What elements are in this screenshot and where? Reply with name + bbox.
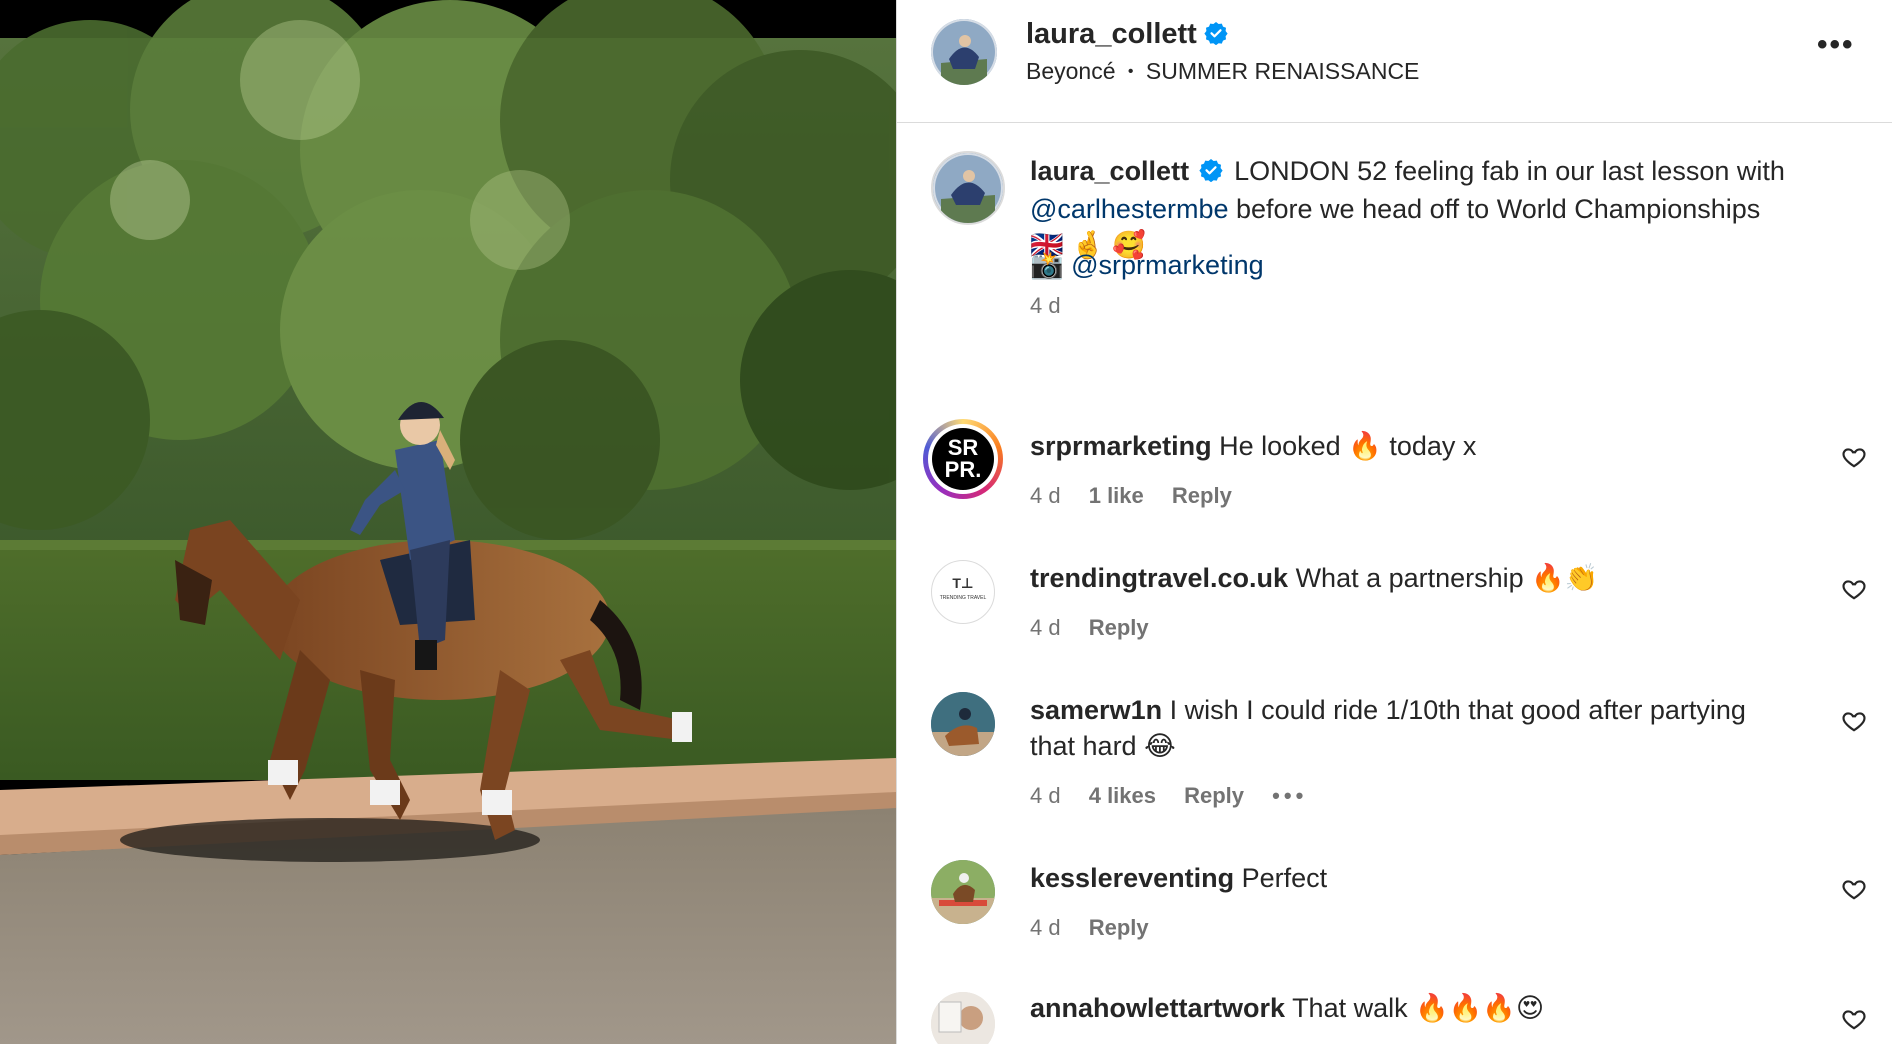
heart-icon[interactable] — [1841, 444, 1867, 470]
post-header: laura_collett Beyoncé • SUMMER RENAISSAN… — [897, 0, 1892, 123]
comment-likes[interactable]: 1 like — [1089, 483, 1144, 508]
audio-separator: • — [1127, 63, 1134, 80]
audio-artist[interactable]: Beyoncé — [1026, 58, 1116, 84]
post-video[interactable] — [0, 0, 896, 1044]
comment-username[interactable]: kesslereventing — [1030, 863, 1234, 893]
post-modal: laura_collett Beyoncé • SUMMER RENAISSAN… — [0, 0, 1892, 1044]
laughing-emoji: 😂 — [1144, 731, 1176, 761]
comment-meta: 4 d Reply — [1030, 615, 1171, 641]
comment-body: That walk — [1292, 993, 1408, 1023]
fire-emoji: 🔥 — [1348, 431, 1382, 461]
more-options-icon[interactable]: ••• — [1817, 28, 1855, 62]
comment-text: trendingtravel.co.uk What a partnership … — [1030, 560, 1820, 596]
comment-text: annahowlettartwork That walk 🔥🔥🔥😍 — [1030, 990, 1820, 1026]
comment-body: I wish I could ride 1/10th that good aft… — [1169, 695, 1746, 725]
comment-meta: 4 d 1 like Reply — [1030, 483, 1254, 509]
caption-author-avatar[interactable] — [931, 151, 1005, 225]
comment-likes[interactable]: 4 likes — [1089, 783, 1156, 808]
verified-icon — [1204, 21, 1228, 50]
heart-icon[interactable] — [1841, 876, 1867, 902]
comment-time[interactable]: 4 d — [1030, 615, 1061, 640]
comment-body: What a partnership — [1295, 563, 1524, 593]
heart-icon[interactable] — [1841, 576, 1867, 602]
reply-button[interactable]: Reply — [1089, 615, 1149, 640]
comment-body-line2: that hard — [1030, 731, 1137, 761]
comment-time[interactable]: 4 d — [1030, 783, 1061, 808]
author-username[interactable]: laura_collett — [1026, 18, 1197, 51]
comment-time[interactable]: 4 d — [1030, 483, 1061, 508]
caption-body-1: LONDON 52 feeling fab in our last lesson… — [1234, 156, 1785, 186]
comment-username[interactable]: trendingtravel.co.uk — [1030, 563, 1288, 593]
caption-body-2: before we head off to World Championship… — [1236, 193, 1761, 224]
caption-time[interactable]: 4 d — [1030, 293, 1061, 318]
commenter-avatar-kesslereventing[interactable] — [931, 860, 995, 924]
comment-username[interactable]: annahowlettartwork — [1030, 993, 1285, 1023]
audio-track[interactable]: SUMMER RENAISSANCE — [1146, 58, 1419, 84]
reply-button[interactable]: Reply — [1184, 783, 1244, 808]
fire-clap-emoji: 🔥👏 — [1531, 563, 1599, 593]
post-details-panel: laura_collett Beyoncé • SUMMER RENAISSAN… — [896, 0, 1892, 1044]
caption-mention-carlhester[interactable]: @carlhestermbe — [1030, 194, 1228, 224]
caption-mention-srprmarketing[interactable]: @srprmarketing — [1071, 250, 1263, 280]
comment-body: He looked — [1219, 431, 1341, 461]
reply-button[interactable]: Reply — [1172, 483, 1232, 508]
caption-credit: 📸 @srprmarketing — [1030, 247, 1820, 283]
comment-meta: 4 d Reply — [1030, 915, 1171, 941]
caption-meta: 4 d — [1030, 293, 1083, 319]
caption-username[interactable]: laura_collett — [1030, 156, 1189, 186]
comment-text: kesslereventing Perfect — [1030, 860, 1820, 896]
commenter-avatar-srprmarketing[interactable]: SR PR. — [923, 419, 1003, 499]
commenter-avatar-trendingtravel[interactable]: T⊥ TRENDING TRAVEL — [931, 560, 995, 624]
comment-username[interactable]: srprmarketing — [1030, 431, 1212, 461]
audio-attribution[interactable]: Beyoncé • SUMMER RENAISSANCE — [1026, 58, 1419, 85]
reply-button[interactable]: Reply — [1089, 915, 1149, 940]
video-frame[interactable] — [0, 0, 896, 1044]
trending-travel-logo-sub: TRENDING TRAVEL — [939, 595, 987, 601]
camera-icon: 📸 — [1030, 250, 1064, 280]
trending-travel-logo: T⊥ — [952, 575, 974, 591]
comment-username[interactable]: samerw1n — [1030, 695, 1162, 725]
comment-options-icon[interactable]: ••• — [1272, 783, 1307, 808]
heart-icon[interactable] — [1841, 1006, 1867, 1032]
author-avatar[interactable] — [931, 19, 997, 85]
comment-meta: 4 d 4 likes Reply ••• — [1030, 783, 1329, 809]
commenter-avatar-annahowlettartwork[interactable] — [931, 992, 995, 1044]
comment-time[interactable]: 4 d — [1030, 915, 1061, 940]
srpr-logo: SR PR. — [932, 428, 994, 490]
comment-body: Perfect — [1241, 863, 1328, 893]
heart-icon[interactable] — [1841, 708, 1867, 734]
verified-icon — [1198, 155, 1223, 191]
comment-text: srprmarketing He looked 🔥 today x — [1030, 428, 1820, 464]
commenter-avatar-samerw1n[interactable] — [931, 692, 995, 756]
comment-body-tail: today x — [1389, 431, 1477, 461]
comment-text: samerw1n I wish I could ride 1/10th that… — [1030, 692, 1820, 764]
fire-heart-eyes-emoji: 🔥🔥🔥😍 — [1415, 993, 1545, 1023]
